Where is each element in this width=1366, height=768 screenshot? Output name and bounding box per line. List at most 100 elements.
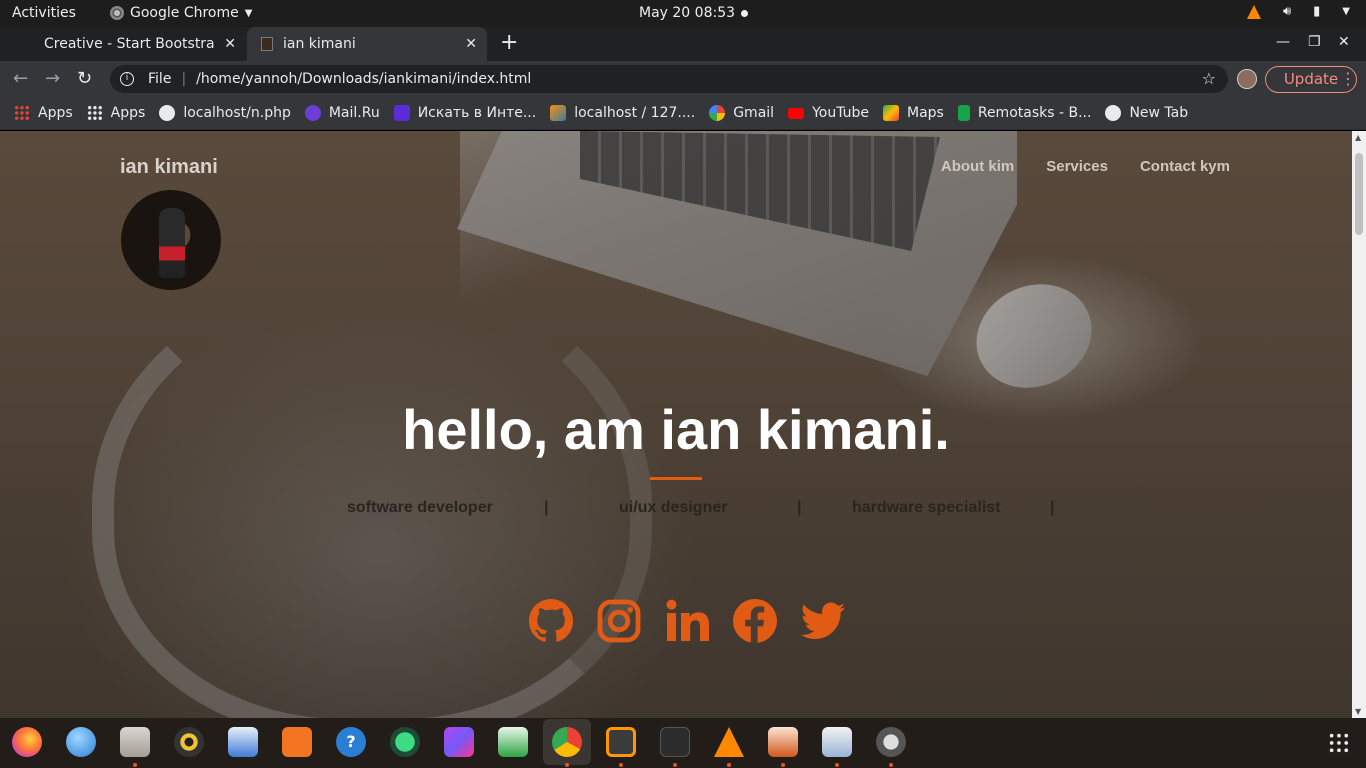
bookmark-label: Apps xyxy=(38,105,73,121)
show-applications-icon[interactable] xyxy=(1328,732,1350,754)
bookmark-label: YouTube xyxy=(812,105,869,121)
nav-contact[interactable]: Contact kym xyxy=(1140,158,1230,175)
role-software-developer: software developer xyxy=(347,499,493,516)
mailru-icon xyxy=(304,105,321,121)
twitter-icon[interactable] xyxy=(799,597,847,645)
phpstorm-icon[interactable] xyxy=(444,727,474,757)
bookmark-label: Gmail xyxy=(733,105,775,121)
bookmark-phpmyadmin[interactable]: localhost / 127.... xyxy=(550,105,695,121)
minimize-icon[interactable]: — xyxy=(1276,34,1290,50)
bookmark-mailru[interactable]: Mail.Ru xyxy=(304,105,380,121)
system-top-bar: Activities Google Chrome ▼ May 20 08:53 … xyxy=(0,0,1366,27)
files-icon[interactable] xyxy=(120,727,150,757)
system-tray[interactable]: 🔊︎ ▮ ▼ xyxy=(1246,4,1350,19)
bookmark-label: Remotasks - B... xyxy=(977,105,1092,121)
google-icon xyxy=(709,105,726,121)
browser-toolbar: ← → ↻ i File | /home/yannoh/Downloads/ia… xyxy=(0,61,1366,97)
volume-icon[interactable]: 🔊︎ xyxy=(1283,4,1291,19)
updater-icon[interactable] xyxy=(876,727,906,757)
vlc-tray-icon[interactable] xyxy=(1246,4,1261,19)
menu-kebab-icon[interactable]: ⋮ xyxy=(1340,69,1356,88)
info-icon[interactable]: i xyxy=(120,72,134,86)
firefox-icon[interactable] xyxy=(12,727,42,757)
hero-title: hello, am ian kimani. xyxy=(402,398,950,461)
bookmark-search-internet[interactable]: Искать в Инте... xyxy=(393,105,537,121)
reload-icon[interactable]: ↻ xyxy=(77,68,92,89)
bookmark-label: Apps xyxy=(110,105,146,121)
writer-icon[interactable] xyxy=(228,727,258,757)
address-bar[interactable]: i File | /home/yannoh/Downloads/iankiman… xyxy=(110,65,1228,93)
bookmark-remotasks[interactable]: Remotasks - B... xyxy=(957,105,1092,121)
impress-icon[interactable] xyxy=(768,727,798,757)
tab-strip: Creative - Start Bootstrap ✕ ian kimani … xyxy=(0,27,1366,61)
nav-about[interactable]: About kim xyxy=(941,158,1014,175)
scroll-up-icon[interactable]: ▲ xyxy=(1355,133,1361,142)
bookmark-label: Искать в Инте... xyxy=(417,105,537,121)
back-icon[interactable]: ← xyxy=(13,68,28,89)
youtube-icon xyxy=(788,107,805,119)
close-window-icon[interactable]: ✕ xyxy=(1338,34,1350,50)
facebook-icon[interactable] xyxy=(731,597,779,645)
remotasks-icon xyxy=(957,105,970,121)
vlc-icon[interactable] xyxy=(714,727,744,757)
android-studio-icon[interactable] xyxy=(390,727,420,757)
url-text[interactable]: /home/yannoh/Downloads/iankimani/index.h… xyxy=(196,71,531,87)
help-icon[interactable]: ? xyxy=(336,727,366,757)
page-scrollbar[interactable]: ▲ ▼ xyxy=(1352,131,1366,718)
github-icon[interactable] xyxy=(527,597,575,645)
reader-icon[interactable] xyxy=(822,727,852,757)
bookmark-maps[interactable]: Maps xyxy=(883,105,944,121)
app-menu-label: Google Chrome xyxy=(130,5,239,21)
bookmark-apps[interactable]: Apps xyxy=(14,105,73,121)
nav-services[interactable]: Services xyxy=(1046,158,1108,175)
close-icon[interactable]: ✕ xyxy=(465,36,477,52)
bookmark-youtube[interactable]: YouTube xyxy=(788,105,869,121)
tab-ian-kimani[interactable]: ian kimani ✕ xyxy=(247,27,487,61)
clock[interactable]: May 20 08:53 xyxy=(639,5,735,21)
person-figure xyxy=(159,208,185,278)
activities-button[interactable]: Activities xyxy=(12,5,76,21)
bookmark-localhost-n[interactable]: localhost/n.php xyxy=(159,105,291,121)
bookmark-gmail[interactable]: Gmail xyxy=(709,105,774,121)
chrome-icon xyxy=(110,6,124,20)
tab-creative[interactable]: Creative - Start Bootstrap ✕ xyxy=(32,27,246,61)
caret-down-icon[interactable]: ▼ xyxy=(1342,6,1350,17)
background-mouse xyxy=(959,265,1109,407)
instagram-icon[interactable] xyxy=(595,597,643,645)
scheme-label: File xyxy=(148,71,172,87)
bookmark-label: localhost/n.php xyxy=(183,105,291,121)
role-separator: | xyxy=(544,499,549,516)
close-icon[interactable]: ✕ xyxy=(224,36,236,52)
bookmark-apps[interactable]: Apps xyxy=(86,105,146,121)
role-separator: | xyxy=(797,499,802,516)
scroll-thumb[interactable] xyxy=(1355,153,1363,235)
apps-grid-icon xyxy=(14,105,30,121)
profile-avatar[interactable] xyxy=(1237,69,1257,89)
bookmark-star-icon[interactable]: ☆ xyxy=(1202,69,1216,88)
forward-icon[interactable]: → xyxy=(45,68,60,89)
linkedin-icon[interactable] xyxy=(663,597,711,645)
bookmark-new-tab[interactable]: New Tab xyxy=(1105,105,1188,121)
app-menu[interactable]: Google Chrome ▼ xyxy=(110,5,252,21)
phpmyadmin-icon xyxy=(550,105,567,121)
sublime-text-icon[interactable] xyxy=(606,727,636,757)
page-viewport: ian kimani About kim Services Contact ky… xyxy=(0,131,1352,718)
caret-down-icon: ▼ xyxy=(244,7,253,19)
thunderbird-icon[interactable] xyxy=(66,727,96,757)
software-center-icon[interactable] xyxy=(282,727,312,757)
ubuntu-dock: ? xyxy=(0,718,1366,768)
new-tab-button[interactable]: + xyxy=(500,30,518,55)
role-separator: | xyxy=(1050,499,1055,516)
tab-title: ian kimani xyxy=(283,36,356,52)
profile-photo xyxy=(121,190,221,290)
background-chair xyxy=(92,271,652,718)
rhythmbox-icon[interactable] xyxy=(174,727,204,757)
chrome-icon[interactable] xyxy=(552,727,582,757)
maximize-icon[interactable]: ❐ xyxy=(1308,34,1321,50)
scroll-down-icon[interactable]: ▼ xyxy=(1355,707,1361,716)
site-brand[interactable]: ian kimani xyxy=(120,156,218,179)
terminal-icon[interactable] xyxy=(660,727,690,757)
apps-grid-icon xyxy=(86,105,103,121)
battery-icon[interactable]: ▮ xyxy=(1313,4,1320,19)
calc-icon[interactable] xyxy=(498,727,528,757)
